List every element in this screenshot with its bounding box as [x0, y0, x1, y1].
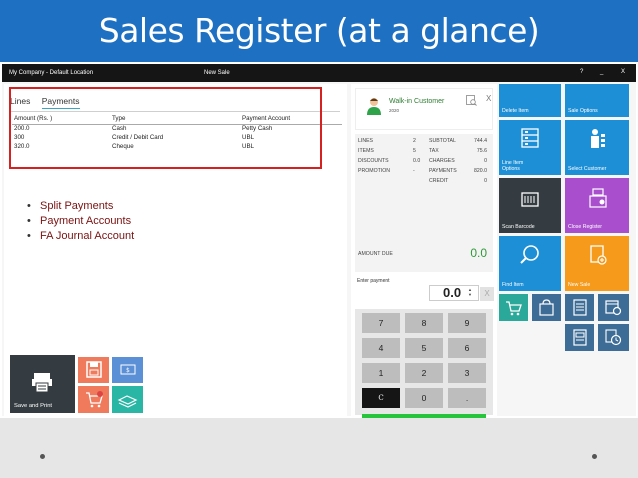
feature-bullets: • Split Payments • Payment Accounts • FA Jo…	[27, 200, 135, 245]
save-print-label: Save and Print	[14, 403, 53, 409]
sale-lines-panel: Lines Payments Amount (Rs. ) Type Paymen…	[4, 84, 347, 416]
key-7[interactable]: 7	[362, 313, 400, 333]
payment-stepper[interactable]: ▲ ▼	[468, 287, 472, 297]
key-5[interactable]: 5	[405, 338, 443, 358]
clear-payment-button[interactable]: X	[480, 287, 494, 301]
calendar-gear-icon	[605, 300, 622, 316]
save-and-print-button[interactable]: Save and Print	[10, 355, 75, 413]
cart-button[interactable]	[78, 386, 109, 413]
clock-history-icon	[605, 329, 622, 346]
key-6[interactable]: 6	[448, 338, 486, 358]
slide-title: Sales Register (at a glance)	[98, 11, 540, 50]
key-clear[interactable]: C	[362, 388, 400, 408]
highlight-box	[9, 87, 322, 169]
bullet-item: • Payment Accounts	[27, 215, 132, 227]
cart-tile[interactable]	[499, 294, 528, 321]
slide-footer	[0, 418, 638, 478]
save-draft-button[interactable]	[78, 357, 109, 383]
stack-icon	[117, 395, 138, 408]
printer-icon	[32, 373, 52, 393]
remove-customer-button[interactable]: X	[486, 94, 491, 103]
list-options-icon	[521, 128, 539, 148]
calendar-settings-tile[interactable]	[598, 294, 629, 321]
banknote-icon: $	[120, 364, 136, 375]
sale-summary-panel: Walk-in Customer 2020 X LINES 2 SUBTOTAL 7…	[351, 84, 497, 438]
close-register-button[interactable]: Close Register	[565, 178, 629, 233]
key-1[interactable]: 1	[362, 363, 400, 383]
delete-item-button[interactable]: Delete Item	[499, 84, 561, 117]
customer-icon	[591, 129, 605, 148]
history-tile[interactable]	[598, 324, 629, 351]
totals-summary: LINES 2 SUBTOTAL 744.4 ITEMS 5 TAX 75.6 DISC…	[355, 134, 493, 272]
footer-dot	[592, 454, 597, 459]
line-item-options-button[interactable]: Line Item Options	[499, 120, 561, 175]
new-sale-button[interactable]: New Sale	[565, 236, 629, 291]
scan-barcode-button[interactable]: Scan Barcode	[499, 178, 561, 233]
key-3[interactable]: 3	[448, 363, 486, 383]
sale-options-button[interactable]: Sale Options	[565, 84, 629, 117]
footer-dot	[40, 454, 45, 459]
bullet-item: • Split Payments	[27, 200, 114, 212]
payment-input-value: 0.0	[443, 285, 462, 300]
customer-name: Walk-in Customer	[389, 98, 445, 105]
search-icon	[520, 245, 539, 264]
bag-tile[interactable]	[532, 294, 561, 321]
report-tile[interactable]	[565, 324, 594, 351]
help-button[interactable]: ?	[580, 69, 583, 75]
customer-code: 2020	[389, 108, 400, 113]
select-customer-button[interactable]: Select Customer	[565, 120, 629, 175]
enter-payment-label: Enter payment	[357, 278, 390, 284]
document-icon	[573, 299, 587, 316]
stack-button[interactable]	[112, 386, 143, 413]
shopping-bag-icon	[539, 299, 554, 316]
numeric-keypad: 7 8 9 4 5 6 1 2 3 C 0 .	[355, 309, 493, 415]
company-location: My Company - Default Location	[9, 70, 94, 76]
new-document-icon	[590, 245, 607, 265]
title-bar: My Company - Default Location New Sale ?…	[2, 64, 636, 82]
amount-due-value: 0.0	[470, 246, 487, 260]
svg-text:$: $	[126, 367, 130, 374]
key-8[interactable]: 8	[405, 313, 443, 333]
bullet-item: • FA Journal Account	[27, 230, 135, 242]
barcode-scanner-icon	[521, 192, 539, 207]
key-decimal[interactable]: .	[448, 388, 486, 408]
document-tile[interactable]	[565, 294, 594, 321]
customer-search-icon[interactable]	[466, 95, 477, 106]
cash-button[interactable]: $	[112, 357, 143, 383]
key-4[interactable]: 4	[362, 338, 400, 358]
key-9[interactable]: 9	[448, 313, 486, 333]
window-title: New Sale	[204, 70, 230, 76]
key-0[interactable]: 0	[405, 388, 443, 408]
floppy-disk-icon	[86, 361, 102, 378]
register-icon	[589, 188, 607, 208]
report-icon	[573, 329, 587, 346]
avatar	[367, 98, 381, 115]
cart-icon	[86, 391, 103, 408]
pos-window: My Company - Default Location New Sale ?…	[2, 64, 636, 438]
key-2[interactable]: 2	[405, 363, 443, 383]
amount-due-label: AMOUNT DUE	[358, 251, 393, 257]
close-window-button[interactable]: X	[621, 69, 625, 75]
minimize-button[interactable]: _	[600, 69, 603, 75]
slide-header: Sales Register (at a glance)	[0, 0, 638, 62]
find-item-button[interactable]: Find Item	[499, 236, 561, 291]
cart-icon	[506, 301, 522, 316]
customer-card[interactable]: Walk-in Customer 2020 X	[355, 88, 493, 130]
